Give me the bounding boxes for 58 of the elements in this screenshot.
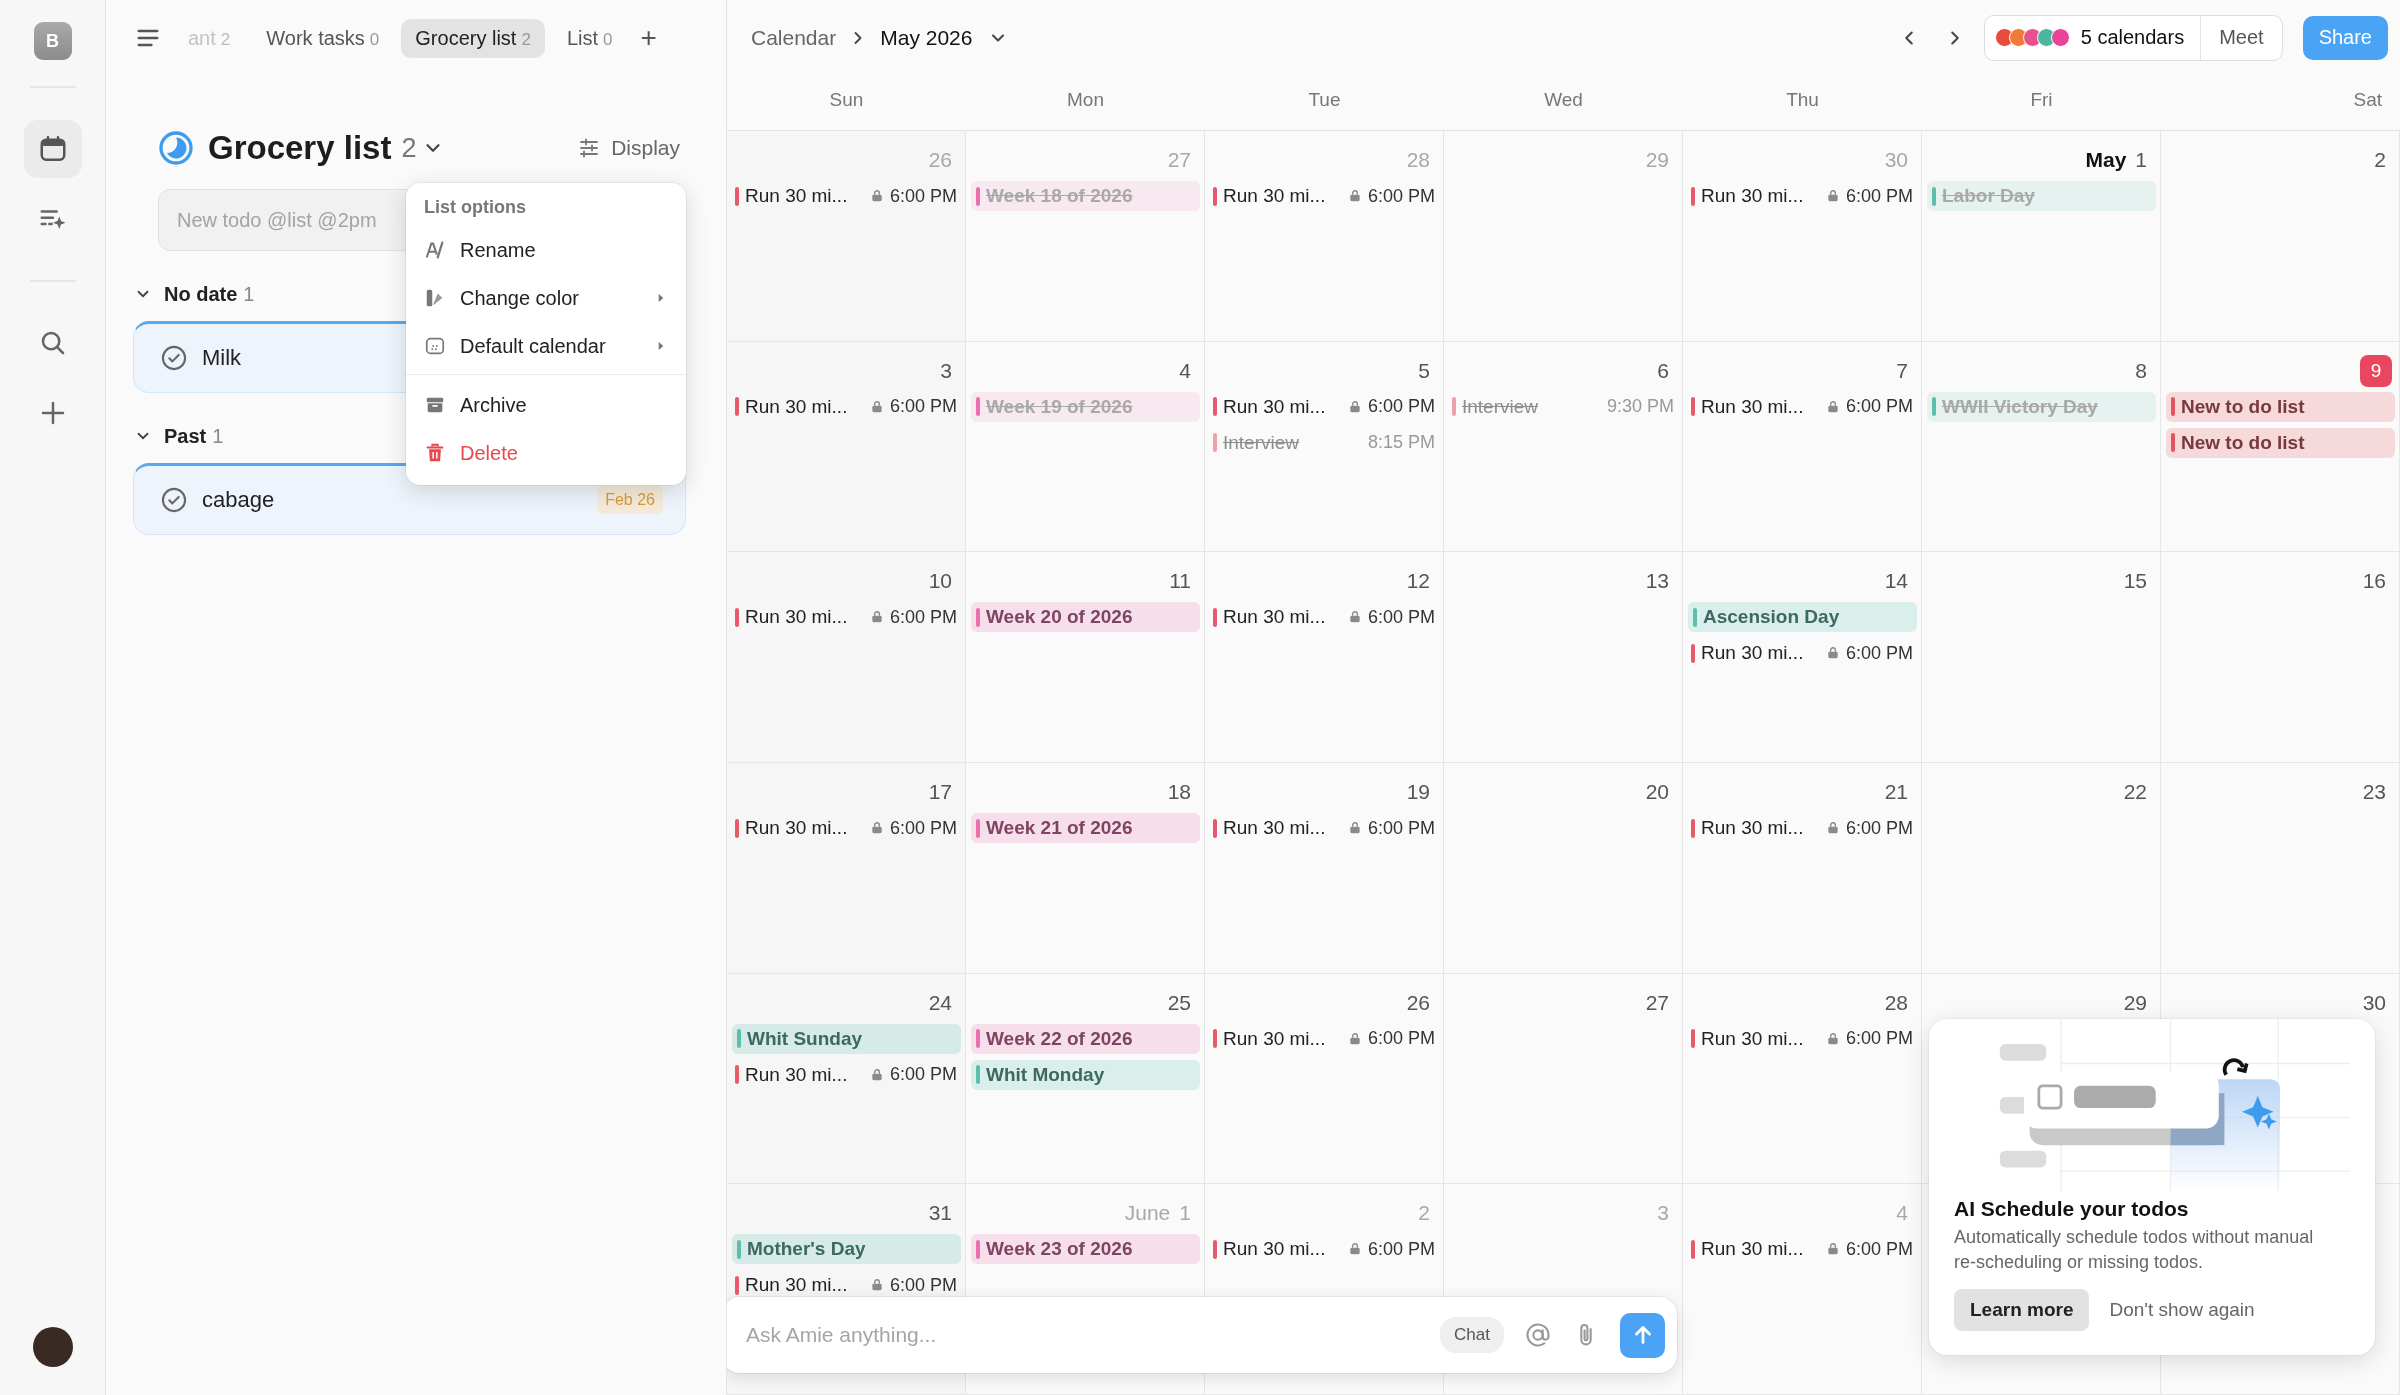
month-label: May xyxy=(2085,148,2127,172)
menu-item-label: Change color xyxy=(460,286,580,310)
weekday-label: Sat xyxy=(2353,89,2382,110)
list-title: Grocery list xyxy=(208,129,392,167)
weekday-label: Tue xyxy=(1308,89,1341,110)
event-title: Week 23 of 2026 xyxy=(986,1238,1134,1261)
event-time: 6:00 PM xyxy=(1845,185,1913,207)
weekday-label: Wed xyxy=(1544,89,1583,110)
menu-item-label: Delete xyxy=(460,441,519,465)
event-time: 6:00 PM xyxy=(1845,642,1913,664)
event-title: Ascension Day xyxy=(1703,606,1841,629)
event-time: 6:00 PM xyxy=(1367,1238,1435,1260)
event-title: Week 20 of 2026 xyxy=(986,606,1134,629)
event-time: 6:00 PM xyxy=(889,1064,957,1086)
month-label: June xyxy=(1124,1201,1171,1226)
event-title: Mother's Day xyxy=(747,1238,867,1261)
event-time: 9:30 PM xyxy=(1606,396,1674,418)
promo-text: Automatically schedule todos without manual re-scheduling or missing todos. xyxy=(1954,1225,2315,1274)
event-time: 8:15 PM xyxy=(1367,432,1435,454)
event-title: Week 18 of 2026 xyxy=(986,185,1134,207)
list-count: 2 xyxy=(401,132,417,164)
event-title: Labor Day xyxy=(1942,185,2036,207)
event-time: 6:00 PM xyxy=(1845,817,1913,839)
event-title: Week 21 of 2026 xyxy=(986,817,1134,839)
promo-title: AI Schedule your todos xyxy=(1954,1196,2190,1221)
event-time: 6:00 PM xyxy=(889,396,957,418)
event-title: Whit Sunday xyxy=(747,1027,864,1050)
event-title: New to do list xyxy=(2181,395,2306,418)
event-time: 6:00 PM xyxy=(889,1274,957,1296)
menu-item-label: Default calendar xyxy=(460,334,607,358)
group-label: Past 1 xyxy=(164,424,224,448)
event-time: 6:00 PM xyxy=(1367,606,1435,628)
event-time: 6:00 PM xyxy=(1367,396,1435,418)
event-title: Whit Monday xyxy=(986,1063,1106,1086)
menu-item-label: Archive xyxy=(460,393,528,417)
event-title: Week 22 of 2026 xyxy=(986,1027,1134,1050)
event-time: 6:00 PM xyxy=(1845,396,1913,418)
weekday-label: Mon xyxy=(1067,89,1104,110)
menu-header: List options xyxy=(423,196,527,219)
group-label: No date 1 xyxy=(164,282,255,306)
event-time: 6:00 PM xyxy=(1367,817,1435,839)
event-time: 6:00 PM xyxy=(1367,185,1435,207)
event-time: 6:00 PM xyxy=(1367,1028,1435,1050)
due-date-badge: Feb 26 xyxy=(597,486,663,514)
event-title: WWII Victory Day xyxy=(1942,395,2099,418)
event-time: 6:00 PM xyxy=(1845,1028,1913,1050)
todo-title: cabage xyxy=(202,487,275,513)
weekday-label: Thu xyxy=(1786,89,1819,110)
event-time: 6:00 PM xyxy=(889,817,957,839)
weekday-label: Sun xyxy=(829,89,864,110)
event-title: Week 19 of 2026 xyxy=(986,395,1134,418)
weekday-label: Fri xyxy=(2030,89,2053,110)
event-time: 6:00 PM xyxy=(889,606,957,628)
event-time: 6:00 PM xyxy=(1845,1238,1913,1260)
todo-title: Milk xyxy=(202,345,242,371)
event-title: New to do list xyxy=(2181,431,2306,454)
event-time: 6:00 PM xyxy=(889,185,957,207)
menu-item-label: Rename xyxy=(460,238,537,262)
